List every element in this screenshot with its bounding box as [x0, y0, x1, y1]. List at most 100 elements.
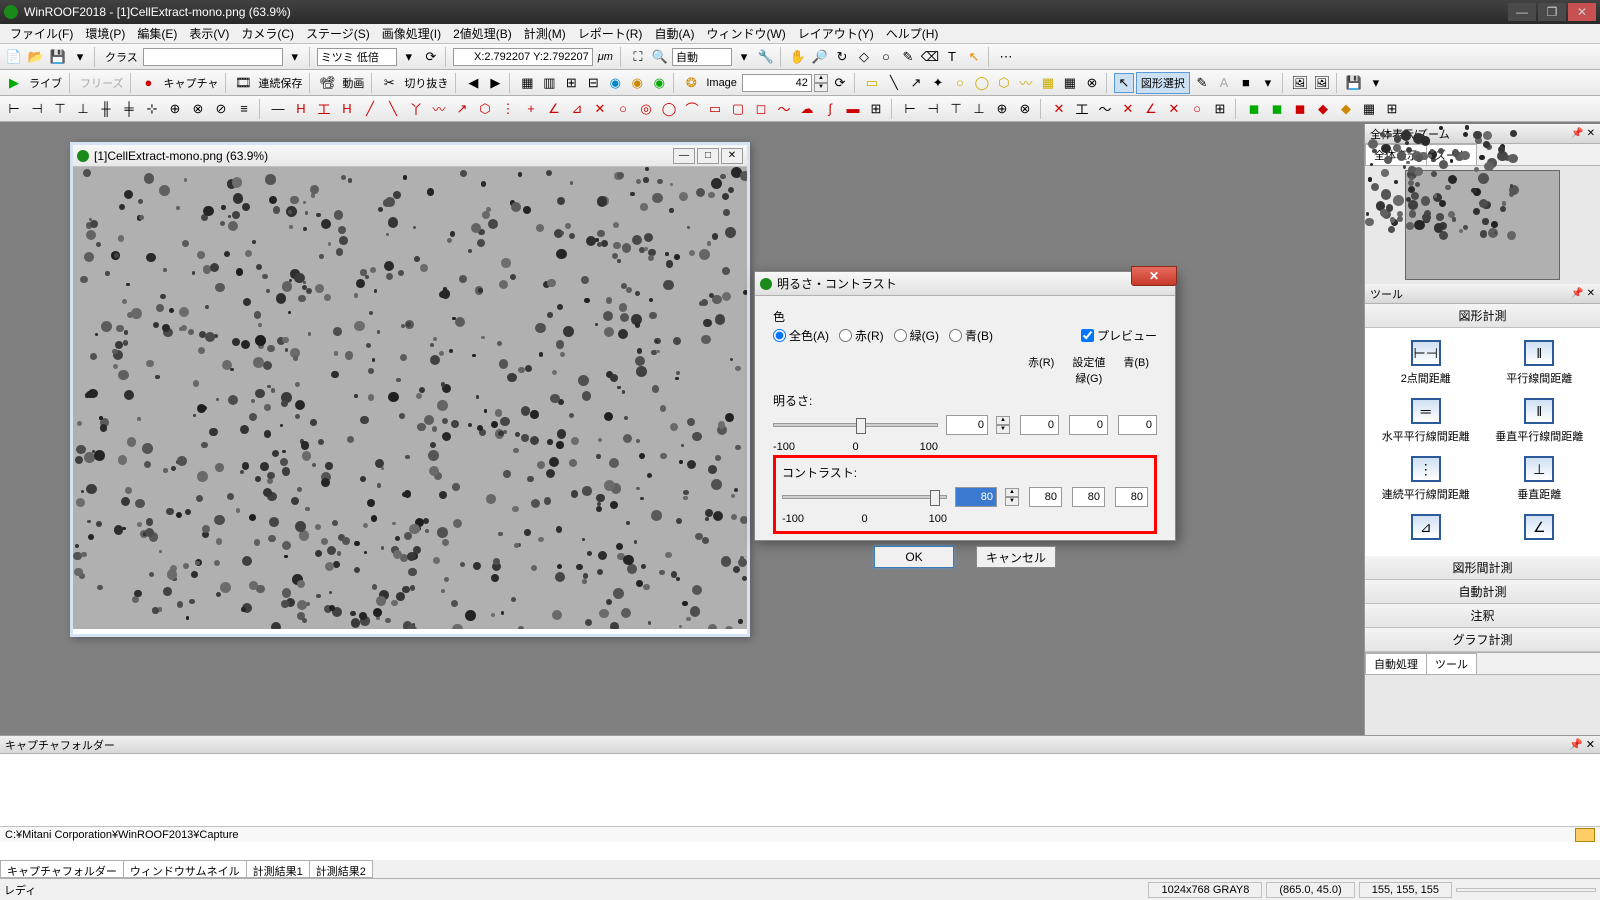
layers-icon[interactable]: ❂ [681, 73, 701, 93]
pin-icon[interactable]: 📌 ✕ [1571, 128, 1595, 139]
refresh-icon[interactable]: ⟳ [421, 47, 441, 67]
shape-v-icon[interactable]: 丫 [406, 99, 426, 119]
play-icon[interactable]: ▶ [4, 73, 24, 93]
live-label[interactable]: ライブ [26, 75, 65, 91]
shape-angle-icon[interactable]: ∠ [544, 99, 564, 119]
brightness-value-input[interactable] [946, 415, 988, 435]
fwd-icon[interactable]: ▶ [485, 73, 505, 93]
menu-binary[interactable]: 2値処理(B) [447, 23, 518, 44]
calc-grid-icon[interactable]: ⊞ [1210, 99, 1230, 119]
doc-close-button[interactable]: ✕ [721, 148, 743, 164]
record-icon[interactable]: ● [138, 73, 158, 93]
sel-rect-icon[interactable]: ▭ [862, 73, 882, 93]
magnify-icon[interactable]: 🔎 [810, 47, 830, 67]
fit-icon[interactable]: ⛶ [628, 47, 648, 67]
sel-arrow-icon[interactable]: ↗ [906, 73, 926, 93]
shape-zigzag-icon[interactable]: 〰 [429, 99, 449, 119]
movie-label[interactable]: 動画 [339, 75, 367, 91]
folder-button[interactable] [1575, 828, 1595, 842]
preview-checkbox[interactable]: プレビュー [1081, 327, 1157, 344]
calc-i-icon[interactable]: 工 [1072, 99, 1092, 119]
menu-layout[interactable]: レイアウト(Y) [792, 23, 880, 44]
shape-line-icon[interactable]: — [268, 99, 288, 119]
grid2-icon[interactable]: ▥ [539, 73, 559, 93]
tab-result2[interactable]: 計測結果2 [309, 860, 373, 878]
menu-file[interactable]: ファイル(F) [4, 23, 79, 44]
sel-grid-icon[interactable]: ▦ [1038, 73, 1058, 93]
menu-edit[interactable]: 編集(E) [131, 23, 183, 44]
brightness-slider[interactable] [773, 423, 938, 427]
calc-x2-icon[interactable]: ✕ [1118, 99, 1138, 119]
radio-green-input[interactable] [894, 329, 907, 342]
minimize-button[interactable]: — [1508, 3, 1536, 21]
cube3-icon[interactable]: ◼ [1290, 99, 1310, 119]
menu-camera[interactable]: カメラ(C) [235, 23, 300, 44]
shape-h2-icon[interactable]: H [337, 99, 357, 119]
cube5-icon[interactable]: ◆ [1336, 99, 1356, 119]
shape-circ-icon[interactable]: ○ [613, 99, 633, 119]
circle-icon[interactable]: ○ [876, 47, 896, 67]
m3-icon[interactable]: ⊤ [50, 99, 70, 119]
shape-angle2-icon[interactable]: ⊿ [567, 99, 587, 119]
document-titlebar[interactable]: [1]CellExtract-mono.png (63.9%) — □ ✕ [73, 145, 747, 167]
calc-o-icon[interactable]: ○ [1187, 99, 1207, 119]
overview-thumbnail[interactable] [1405, 170, 1560, 280]
sel-del-icon[interactable]: ⊗ [1082, 73, 1102, 93]
save-icon[interactable]: 💾 [48, 47, 68, 67]
tool-2point[interactable]: ⊢⊣2点間距離 [1373, 340, 1479, 386]
calc-angle-icon[interactable]: ∠ [1141, 99, 1161, 119]
cont-save-label[interactable]: 連続保存 [255, 75, 305, 91]
ext2-icon[interactable]: ⊣ [923, 99, 943, 119]
menu-imageproc[interactable]: 画像処理(I) [376, 23, 447, 44]
back-icon[interactable]: ◀ [463, 73, 483, 93]
section-shape-between[interactable]: 図形間計測 [1365, 556, 1600, 580]
eraser-icon[interactable]: ⌫ [920, 47, 940, 67]
tool-parallel[interactable]: ‖平行線間距離 [1487, 340, 1593, 386]
shape-plus-icon[interactable]: + [521, 99, 541, 119]
cell-image[interactable] [73, 167, 747, 629]
arrow-icon[interactable]: ↖ [964, 47, 984, 67]
crop-icon[interactable]: ✂ [379, 73, 399, 93]
radio-all-input[interactable] [773, 329, 786, 342]
contrast-up-icon[interactable]: ▲ [1005, 488, 1019, 497]
shape-diag-icon[interactable]: ╱ [360, 99, 380, 119]
preview-check-input[interactable] [1081, 329, 1094, 342]
menu-help[interactable]: ヘルプ(H) [880, 23, 945, 44]
shape-x-icon[interactable]: ✕ [590, 99, 610, 119]
shape-poly-icon[interactable]: ⬡ [475, 99, 495, 119]
shape-h-icon[interactable]: H [291, 99, 311, 119]
shape-arc-icon[interactable]: ⌒ [682, 99, 702, 119]
tab-autoproc[interactable]: 自動処理 [1365, 653, 1427, 674]
shape-ring-icon[interactable]: ◎ [636, 99, 656, 119]
zoom-input[interactable] [672, 48, 732, 66]
radio-green[interactable]: 緑(G) [894, 327, 939, 344]
shape-select-icon[interactable]: ↖ [1114, 73, 1134, 93]
tool-contparallel[interactable]: ⋮連続平行線間距離 [1373, 456, 1479, 502]
img-down-icon[interactable]: ▼ [814, 83, 828, 92]
menu-env[interactable]: 環境(P) [79, 23, 131, 44]
color1-icon[interactable]: ◉ [605, 73, 625, 93]
section-graph-measure[interactable]: グラフ計測 [1365, 628, 1600, 652]
shape-diag2-icon[interactable]: ╲ [383, 99, 403, 119]
m11-icon[interactable]: ≡ [234, 99, 254, 119]
class-dd-icon[interactable]: ▾ [285, 47, 305, 67]
menu-stage[interactable]: ステージ(S) [300, 23, 376, 44]
m7-icon[interactable]: ⊹ [142, 99, 162, 119]
m6-icon[interactable]: ╪ [119, 99, 139, 119]
pin3-icon[interactable]: 📌 ✕ [1569, 738, 1595, 751]
tool-vertical[interactable]: ⊥垂直距離 [1487, 456, 1593, 502]
radio-blue-input[interactable] [949, 329, 962, 342]
tool-icon[interactable]: 🔧 [756, 47, 776, 67]
cube4-icon[interactable]: ◆ [1313, 99, 1333, 119]
m4-icon[interactable]: ⊥ [73, 99, 93, 119]
shape-dots-icon[interactable]: ⋮ [498, 99, 518, 119]
grid3-icon[interactable]: ⊞ [561, 73, 581, 93]
shape-arrow-icon[interactable]: ↗ [452, 99, 472, 119]
cube2-icon[interactable]: ◼ [1267, 99, 1287, 119]
new-icon[interactable]: 📄 [4, 47, 24, 67]
tool-vparallel[interactable]: ‖垂直平行線間距離 [1487, 398, 1593, 444]
pic2-icon[interactable]: 🖼 [1312, 73, 1332, 93]
color3-icon[interactable]: ◉ [649, 73, 669, 93]
brightness-down-icon[interactable]: ▼ [996, 425, 1010, 434]
capture-label[interactable]: キャプチャ [160, 75, 221, 91]
